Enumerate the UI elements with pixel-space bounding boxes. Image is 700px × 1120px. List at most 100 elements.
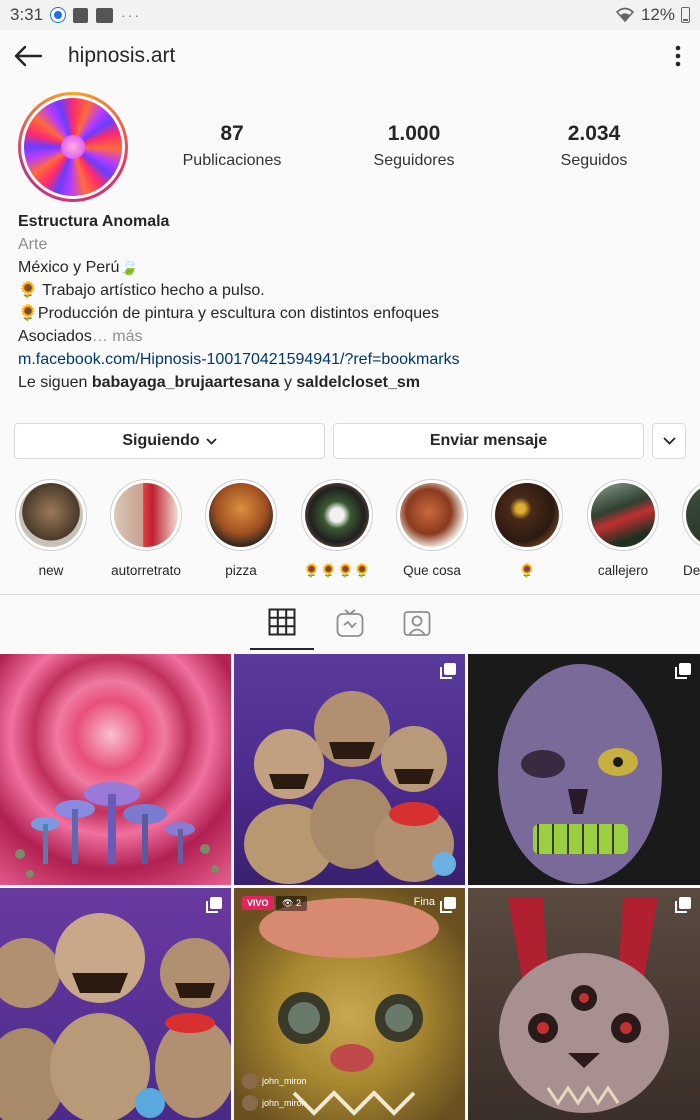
viewer-count: 2 <box>295 898 301 908</box>
highlight-cover <box>686 483 700 547</box>
profile-header: hipnosis.art <box>0 30 700 82</box>
live-comment-username: john_miron <box>262 1098 307 1108</box>
profile-category: Arte <box>18 236 48 253</box>
followers-count[interactable]: 1.000 Seguidores <box>339 122 489 170</box>
battery-percent: 12% <box>640 5 675 24</box>
followed-by-and: y <box>279 374 297 391</box>
notification-app-icon <box>51 8 66 22</box>
profile-tabs <box>0 596 700 652</box>
profile-bio: Estructura Anomala Arte México y Perú🍃 🌻… <box>18 210 688 394</box>
highlight-item[interactable]: 🌻🌻🌻🌻 <box>292 479 382 579</box>
multiple-photos-icon <box>675 897 691 913</box>
grid-icon <box>268 608 296 636</box>
followers-count-value: 1.000 <box>387 122 441 145</box>
profile-summary: 87 Publicaciones 1.000 Seguidores 2.034 … <box>0 90 700 205</box>
avatar <box>242 1095 258 1111</box>
highlight-item[interactable]: De <box>673 479 700 578</box>
arrow-left-icon <box>14 45 43 67</box>
options-button[interactable] <box>656 30 700 82</box>
bio-line: Asociados <box>18 328 92 345</box>
bio-more-link[interactable]: … más <box>92 328 143 345</box>
avatar <box>242 1073 258 1089</box>
status-time: 3:31 <box>10 5 44 24</box>
profile-display-name: Estructura Anomala <box>18 213 170 230</box>
zombie-mask-artwork <box>498 664 662 884</box>
back-button[interactable] <box>0 30 56 82</box>
tab-tagged[interactable] <box>385 596 449 650</box>
more-notifications-indicator: ··· <box>121 7 142 23</box>
highlight-cover <box>495 483 559 547</box>
wifi-icon <box>615 7 635 23</box>
live-badge: VIVO <box>242 896 274 910</box>
followed-by-prefix: Le siguen <box>18 374 92 391</box>
highlight-item[interactable]: callejero <box>578 479 668 578</box>
highlight-item[interactable]: autorretrato <box>101 479 191 578</box>
highlight-label: 🌻🌻🌻🌻 <box>303 563 371 578</box>
highlight-label: Que cosa <box>403 563 461 578</box>
suggested-accounts-button[interactable] <box>652 423 686 459</box>
highlight-item[interactable]: new <box>6 479 96 578</box>
live-comment: john_miron <box>242 1073 307 1089</box>
followed-by-user: babayaga_brujaartesana <box>91 374 280 391</box>
profile-username: hipnosis.art <box>68 44 176 67</box>
following-count-value: 2.034 <box>567 122 621 145</box>
post-thumbnail[interactable] <box>468 888 700 1120</box>
bio-line: 🌻Producción de pintura y escultura con d… <box>18 305 440 322</box>
profile-actions: Siguiendo Enviar mensaje <box>14 423 686 459</box>
bio-website-link[interactable]: m.facebook.com/Hipnosis-100170421594941/… <box>18 348 688 371</box>
highlight-label: De <box>683 563 700 578</box>
bio-line: México y Perú🍃 <box>18 259 140 276</box>
chevron-down-icon <box>662 437 676 445</box>
posts-count[interactable]: 87 Publicaciones <box>157 122 307 170</box>
following-count[interactable]: 2.034 Seguidos <box>519 122 669 170</box>
following-button[interactable]: Siguiendo <box>14 423 326 459</box>
highlight-cover <box>591 483 655 547</box>
chevron-down-icon <box>206 437 217 445</box>
highlight-item[interactable]: pizza <box>196 479 286 578</box>
news-notification-icon <box>96 7 114 23</box>
highlight-cover <box>209 483 273 547</box>
following-button-label: Siguiendo <box>122 432 200 449</box>
highlight-label: new <box>38 563 64 578</box>
gallery-notification-icon <box>73 7 89 23</box>
live-overlay-text: Fina <box>413 896 435 908</box>
posts-count-label: Publicaciones <box>182 152 282 169</box>
highlight-item[interactable]: 🌻 <box>482 479 572 579</box>
highlight-item[interactable]: Que cosa <box>387 479 477 578</box>
post-thumbnail[interactable] <box>0 654 231 885</box>
mushroom-artwork <box>15 782 219 878</box>
multiple-photos-icon <box>206 897 222 913</box>
creepy-teddies-artwork <box>244 691 456 884</box>
highlight-cover <box>114 483 178 547</box>
viewer-count-badge: 👁 2 <box>276 896 307 911</box>
profile-avatar[interactable] <box>18 92 128 202</box>
message-button-label: Enviar mensaje <box>429 432 548 449</box>
live-comment-username: john_miron <box>262 1076 307 1086</box>
bio-line: 🌻 Trabajo artístico hecho a pulso. <box>18 282 265 299</box>
message-button[interactable]: Enviar mensaje <box>333 423 645 459</box>
status-bar: 3:31 ··· 12% <box>0 0 700 30</box>
posts-count-value: 87 <box>220 122 244 145</box>
followed-by-line[interactable]: Le siguen babayaga_brujaartesana y salde… <box>18 371 688 394</box>
multiple-photos-icon <box>440 663 456 679</box>
highlight-label: callejero <box>597 563 649 578</box>
post-thumbnail[interactable] <box>234 654 465 885</box>
tabs-divider <box>0 594 700 595</box>
three-eyed-creature-artwork <box>499 898 669 1113</box>
avatar-image <box>24 98 122 196</box>
live-comment: john_miron <box>242 1095 307 1111</box>
followed-by-user: saldelcloset_sm <box>296 374 421 391</box>
highlight-cover <box>400 483 464 547</box>
post-thumbnail[interactable]: VIVO 👁 2 Fina john_miron john_miron <box>234 888 465 1120</box>
highlight-cover <box>305 483 369 547</box>
post-thumbnail[interactable] <box>0 888 231 1120</box>
highlight-label: 🌻 <box>518 563 536 578</box>
multiple-photos-icon <box>675 663 691 679</box>
igtv-icon <box>336 609 364 637</box>
tab-posts-grid[interactable] <box>250 596 314 650</box>
post-thumbnail[interactable] <box>468 654 700 885</box>
tab-igtv[interactable] <box>318 596 382 650</box>
vertical-dots-icon <box>675 45 681 67</box>
following-count-label: Seguidos <box>560 152 628 169</box>
multiple-photos-icon <box>440 897 456 913</box>
